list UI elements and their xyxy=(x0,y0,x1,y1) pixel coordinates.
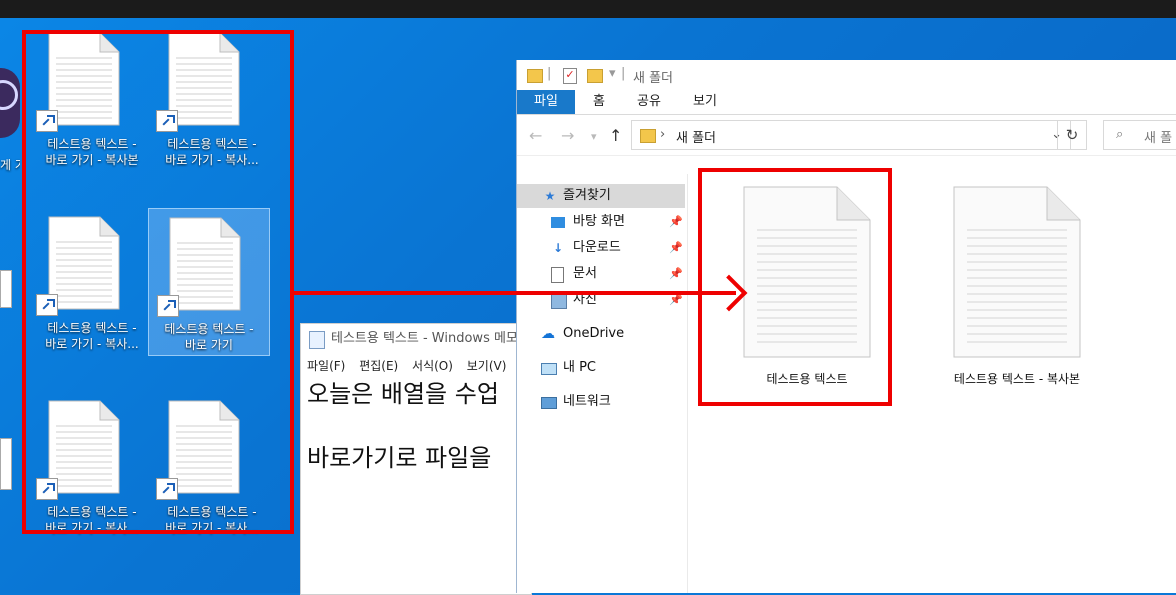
notepad-window[interactable]: 테스트용 텍스트 - Windows 메모장 파일(F) 편집(E) 서식(O)… xyxy=(300,323,532,595)
file-name: 테스트용 텍스트 - 복사본 xyxy=(953,372,1081,386)
search-icon: ⌕ xyxy=(1116,127,1124,142)
notepad-icon xyxy=(309,331,325,349)
nav-item-quick-access[interactable]: ★ 즐겨찾기 xyxy=(517,184,685,208)
back-arrow-icon[interactable]: ← xyxy=(529,126,542,145)
quick-access-toolbar: | ✓ ▾ | 새 폴더 xyxy=(517,60,1176,90)
address-path[interactable]: 새 폴더 xyxy=(676,127,716,146)
text-line: 오늘은 배열을 수업 xyxy=(307,380,499,408)
pin-icon: 📌 xyxy=(669,215,683,228)
cloud-icon: ☁ xyxy=(541,326,555,342)
notepad-text-area[interactable]: 오늘은 배열을 수업 바로가기로 파일을 xyxy=(301,378,531,474)
ribbon-tabs: 파일 홈 공유 보기 xyxy=(517,90,1176,115)
pin-icon: 📌 xyxy=(669,241,683,254)
menu-view[interactable]: 보기(V) xyxy=(467,359,507,373)
app-icon[interactable] xyxy=(0,68,20,138)
network-icon xyxy=(541,397,557,409)
nav-item-this-pc[interactable]: 내 PC xyxy=(517,356,687,380)
forward-arrow-icon[interactable]: → xyxy=(561,126,574,145)
pictures-icon xyxy=(551,293,567,309)
computer-icon xyxy=(541,363,557,375)
annotation-arrow-line xyxy=(292,291,736,295)
nav-item-downloads[interactable]: ↓ 다운로드 📌 xyxy=(517,236,687,260)
notepad-title-bar[interactable]: 테스트용 텍스트 - Windows 메모장 xyxy=(301,324,531,354)
folder-icon xyxy=(527,69,543,83)
new-folder-icon[interactable] xyxy=(587,69,603,83)
top-bar xyxy=(0,0,1176,18)
annotation-box-desktop-shortcuts xyxy=(22,30,294,534)
up-arrow-icon[interactable]: ↑ xyxy=(609,126,622,145)
left-partial-label: 게 가기 xyxy=(0,158,20,172)
nav-item-desktop[interactable]: 바탕 화면 📌 xyxy=(517,210,687,234)
notepad-menu-bar: 파일(F) 편집(E) 서식(O) 보기(V) xyxy=(301,354,531,378)
menu-format[interactable]: 서식(O) xyxy=(412,359,453,373)
nav-item-onedrive[interactable]: ☁ OneDrive xyxy=(517,322,687,346)
folder-icon xyxy=(640,129,656,143)
window-title: 새 폴더 xyxy=(633,71,674,86)
nav-item-documents[interactable]: 문서 📌 xyxy=(517,262,687,286)
search-placeholder: 새 폴 xyxy=(1144,131,1173,146)
search-box[interactable]: ⌕ 새 폴 xyxy=(1103,120,1176,150)
tab-view[interactable]: 보기 xyxy=(683,90,727,114)
refresh-button[interactable]: ↻ xyxy=(1057,120,1087,150)
pin-icon: 📌 xyxy=(669,267,683,280)
recent-dropdown-icon[interactable]: ▾ xyxy=(591,130,597,143)
download-icon: ↓ xyxy=(552,241,564,255)
navigation-pane: ★ 즐겨찾기 바탕 화면 📌 ↓ 다운로드 📌 문서 📌 사진 📌 ☁ OneD… xyxy=(517,174,688,593)
desktop-icon xyxy=(551,217,565,228)
text-line: 바로가기로 파일을 xyxy=(307,444,492,472)
tab-home[interactable]: 홈 xyxy=(581,90,617,114)
menu-edit[interactable]: 편집(E) xyxy=(359,359,398,373)
text-line-empty xyxy=(301,410,531,442)
tab-file[interactable]: 파일 xyxy=(517,90,575,114)
address-bar[interactable]: › 새 폴더 ⌄ xyxy=(631,120,1071,150)
document-icon xyxy=(551,267,564,283)
star-icon: ★ xyxy=(544,189,556,203)
chevron-right-icon[interactable]: › xyxy=(660,127,665,142)
partial-icon[interactable] xyxy=(0,270,12,308)
notepad-title: 테스트용 텍스트 - Windows 메모장 xyxy=(331,331,530,346)
refresh-icon: ↻ xyxy=(1065,126,1079,144)
nav-item-network[interactable]: 네트워크 xyxy=(517,390,687,414)
properties-icon[interactable]: ✓ xyxy=(563,68,577,84)
navigation-bar: ← → ▾ ↑ › 새 폴더 ⌄ ↻ ⌕ 새 폴 xyxy=(517,115,1176,156)
tab-share[interactable]: 공유 xyxy=(627,90,671,114)
partial-icon[interactable] xyxy=(0,438,12,490)
text-file-icon xyxy=(953,186,1081,358)
menu-file[interactable]: 파일(F) xyxy=(307,359,345,373)
